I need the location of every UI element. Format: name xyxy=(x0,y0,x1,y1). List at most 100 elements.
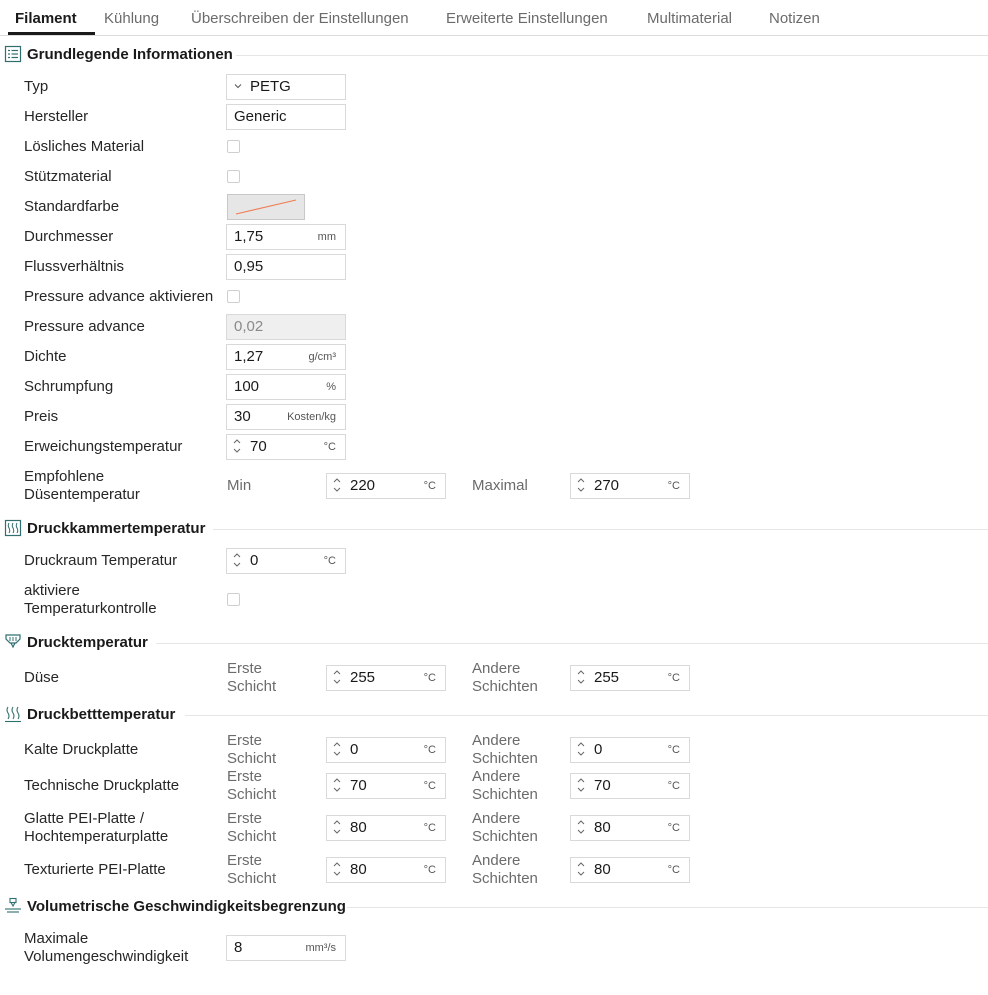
plate-first-label-2: Schicht xyxy=(227,786,277,803)
stepper-arrows-icon[interactable] xyxy=(575,860,587,878)
stepper-arrows-icon[interactable] xyxy=(331,860,343,878)
list-icon xyxy=(4,45,22,63)
tab-multimaterial[interactable]: Multimaterial xyxy=(647,10,732,27)
flow-label: Flussverhältnis xyxy=(24,258,125,275)
temp-control-checkbox[interactable] xyxy=(227,593,240,606)
nozzle-first-stepper[interactable]: 255 °C xyxy=(326,665,446,691)
vendor-field[interactable]: Generic xyxy=(226,104,346,130)
diameter-label: Durchmesser xyxy=(24,228,114,245)
tab-bar: Filament Kühlung Überschreiben der Einst… xyxy=(0,0,988,36)
stepper-arrows-icon[interactable] xyxy=(331,476,343,494)
plate-first-value: 80 xyxy=(350,819,367,836)
nozzle-max-stepper[interactable]: 270 °C xyxy=(570,473,690,499)
plate-first-stepper[interactable]: 80 °C xyxy=(326,815,446,841)
tab-notes[interactable]: Notizen xyxy=(769,10,820,27)
plate-other-unit: °C xyxy=(667,822,680,834)
color-swatch-button[interactable] xyxy=(227,194,305,220)
diameter-value: 1,75 xyxy=(234,228,264,245)
shrink-field[interactable]: 100 % xyxy=(226,374,346,400)
plate-other-value: 80 xyxy=(594,819,611,836)
plate-other-value: 0 xyxy=(594,741,603,758)
nozzle-min-value: 220 xyxy=(350,477,376,494)
soften-stepper[interactable]: 70 °C xyxy=(226,434,346,460)
plate-other-label-1: Andere xyxy=(472,768,521,785)
plate-label: Kalte Druckplatte xyxy=(24,741,139,758)
chamber-temp-label: Druckraum Temperatur xyxy=(24,552,178,569)
plate-other-stepper[interactable]: 70 °C xyxy=(570,773,690,799)
temp-control-label-2: Temperaturkontrolle xyxy=(24,600,157,617)
soluble-checkbox[interactable] xyxy=(227,140,240,153)
plate-other-label-1: Andere xyxy=(472,852,521,869)
plate-other-label-2: Schichten xyxy=(472,828,538,845)
section-divider xyxy=(185,715,988,716)
plate-first-stepper[interactable]: 80 °C xyxy=(326,857,446,883)
chamber-temp-stepper[interactable]: 0 °C xyxy=(226,548,346,574)
stepper-arrows-icon[interactable] xyxy=(231,437,243,455)
plate-first-unit: °C xyxy=(423,864,436,876)
tab-overrides[interactable]: Überschreiben der Einstellungen xyxy=(191,10,409,27)
nozzle-other-label-1: Andere xyxy=(472,660,521,677)
flow-field[interactable]: 0,95 xyxy=(226,254,346,280)
plate-first-label-2: Schicht xyxy=(227,870,277,887)
soluble-label: Lösliches Material xyxy=(24,138,145,155)
nozzle-first-unit: °C xyxy=(423,672,436,684)
shrink-unit: % xyxy=(326,381,336,393)
stepper-arrows-icon[interactable] xyxy=(575,740,587,758)
nozzle-min-label: Min xyxy=(227,477,252,494)
chamber-icon xyxy=(4,519,22,537)
price-field[interactable]: 30 Kosten/kg xyxy=(226,404,346,430)
stepper-arrows-icon[interactable] xyxy=(575,476,587,494)
pa-enable-checkbox[interactable] xyxy=(227,290,240,303)
stepper-arrows-icon[interactable] xyxy=(331,818,343,836)
plate-other-stepper[interactable]: 80 °C xyxy=(570,857,690,883)
diameter-field[interactable]: 1,75 mm xyxy=(226,224,346,250)
stepper-arrows-icon[interactable] xyxy=(331,740,343,758)
price-label: Preis xyxy=(24,408,59,425)
density-unit: g/cm³ xyxy=(308,351,337,363)
stepper-arrows-icon[interactable] xyxy=(575,668,587,686)
section-title-basic: Grundlegende Informationen xyxy=(27,46,233,63)
vendor-label: Hersteller xyxy=(24,108,89,125)
plate-label: Glatte PEI-Platte / xyxy=(24,810,145,827)
max-volumetric-value: 8 xyxy=(234,939,243,956)
nozzle-range-label-2: Düsentemperatur xyxy=(24,486,140,503)
plate-other-stepper[interactable]: 80 °C xyxy=(570,815,690,841)
nozzle-min-stepper[interactable]: 220 °C xyxy=(326,473,446,499)
nozzle-other-stepper[interactable]: 255 °C xyxy=(570,665,690,691)
soften-value: 70 xyxy=(250,438,267,455)
type-value: PETG xyxy=(250,78,291,95)
tab-filament[interactable]: Filament xyxy=(15,10,77,27)
stepper-arrows-icon[interactable] xyxy=(231,551,243,569)
nozzle-max-label: Maximal xyxy=(472,477,528,494)
plate-first-unit: °C xyxy=(423,822,436,834)
type-select[interactable]: PETG xyxy=(226,74,346,100)
plate-other-stepper[interactable]: 0 °C xyxy=(570,737,690,763)
plate-other-unit: °C xyxy=(667,780,680,792)
chamber-temp-value: 0 xyxy=(250,552,259,569)
color-label: Standardfarbe xyxy=(24,198,120,215)
pa-enable-label: Pressure advance aktivieren xyxy=(24,288,214,305)
plate-first-stepper[interactable]: 0 °C xyxy=(326,737,446,763)
chamber-temp-unit: °C xyxy=(323,555,336,567)
plate-other-label-1: Andere xyxy=(472,732,521,749)
section-divider xyxy=(213,529,988,530)
price-value: 30 xyxy=(234,408,251,425)
tab-advanced[interactable]: Erweiterte Einstellungen xyxy=(446,10,608,27)
nozzle-other-unit: °C xyxy=(667,672,680,684)
pa-label: Pressure advance xyxy=(24,318,145,335)
plate-first-unit: °C xyxy=(423,744,436,756)
plate-first-label-2: Schicht xyxy=(227,828,277,845)
stepper-arrows-icon[interactable] xyxy=(575,776,587,794)
stepper-arrows-icon[interactable] xyxy=(575,818,587,836)
plate-other-label-2: Schichten xyxy=(472,786,538,803)
max-volumetric-field[interactable]: 8 mm³/s xyxy=(226,935,346,961)
vendor-value: Generic xyxy=(234,108,287,125)
tab-cooling[interactable]: Kühlung xyxy=(104,10,159,27)
nozzle-min-unit: °C xyxy=(423,480,436,492)
plate-first-stepper[interactable]: 70 °C xyxy=(326,773,446,799)
support-checkbox[interactable] xyxy=(227,170,240,183)
density-field[interactable]: 1,27 g/cm³ xyxy=(226,344,346,370)
stepper-arrows-icon[interactable] xyxy=(331,668,343,686)
nozzle-icon xyxy=(4,633,22,651)
stepper-arrows-icon[interactable] xyxy=(331,776,343,794)
